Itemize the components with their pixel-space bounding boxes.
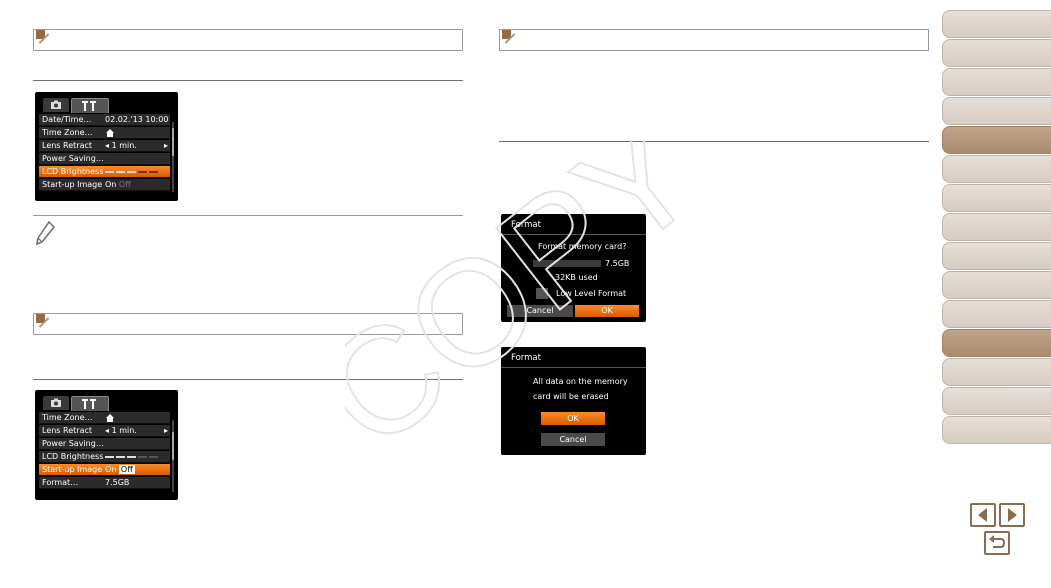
on-option[interactable]: On xyxy=(105,465,116,474)
menu-row-value: 7.5GB xyxy=(105,478,130,487)
arrow-left-icon xyxy=(978,508,987,522)
tools-icon xyxy=(82,101,96,111)
scrollbar[interactable] xyxy=(172,122,174,192)
submenu-dots: … xyxy=(95,439,104,448)
submenu-dots: … xyxy=(84,413,93,422)
copy-watermark: COPY xyxy=(345,140,705,470)
menu-row-label: Time Zone xyxy=(42,128,85,137)
off-option[interactable]: Off xyxy=(119,180,131,189)
menu-row-label: Time Zone xyxy=(42,413,85,422)
brightness-slider[interactable] xyxy=(105,166,160,178)
menu-row-power-saving[interactable]: Power Saving… xyxy=(39,438,170,450)
chapter-tab-2[interactable] xyxy=(942,39,1051,67)
arrow-left-small-icon: ◂ xyxy=(105,141,110,150)
chapter-tab-15[interactable] xyxy=(942,416,1051,444)
menu-row-power-saving[interactable]: Power Saving… xyxy=(39,153,170,165)
submenu-dots: … xyxy=(70,478,79,487)
menu-row-label: LCD Brightness xyxy=(42,167,104,176)
chapter-tab-13[interactable] xyxy=(942,358,1051,386)
menu-row-date-time[interactable]: Date/Time… 02.02.'13 10:00 xyxy=(39,114,170,126)
arrow-left-small-icon: ◂ xyxy=(105,426,110,435)
chapter-tab-6[interactable] xyxy=(942,155,1051,183)
chapter-tab-7[interactable] xyxy=(942,184,1051,212)
return-button[interactable] xyxy=(984,531,1010,555)
menu-row-label: Lens Retract xyxy=(42,141,93,150)
menu-row-lcd-brightness[interactable]: LCD Brightness xyxy=(39,166,170,178)
on-option[interactable]: On xyxy=(105,180,116,189)
divider xyxy=(33,80,463,81)
menu-row-time-zone[interactable]: Time Zone… xyxy=(39,412,170,424)
chapter-tab-5[interactable] xyxy=(942,126,1051,154)
menu-row-lens-retract[interactable]: Lens Retract ◂ 1 min. ▸ xyxy=(39,140,170,152)
menu-row-label: Power Saving xyxy=(42,439,96,448)
scrollbar[interactable] xyxy=(172,420,174,492)
lens-retract-value: 1 min. xyxy=(111,141,137,150)
submenu-dots: … xyxy=(84,128,93,137)
chapter-tab-3[interactable] xyxy=(942,68,1051,96)
section-header-bar-1 xyxy=(33,29,463,51)
chapter-tab-1[interactable] xyxy=(942,10,1051,38)
menu-row-label: Date/Time xyxy=(42,115,84,124)
svg-text:COPY: COPY xyxy=(345,140,705,470)
return-icon xyxy=(989,535,1006,548)
camera-menu-screen-1: Date/Time… 02.02.'13 10:00 Time Zone… Le… xyxy=(35,92,178,201)
home-icon xyxy=(105,412,115,424)
menu-row-lcd-brightness[interactable]: LCD Brightness xyxy=(39,451,170,463)
menu-row-value: ◂ 1 min. xyxy=(105,425,137,437)
menu-row-startup-image[interactable]: Start-up Image On Off xyxy=(39,179,170,191)
next-page-button[interactable] xyxy=(999,503,1025,527)
tools-icon xyxy=(82,399,96,409)
menu-row-label: Power Saving xyxy=(42,154,96,163)
off-option[interactable]: Off xyxy=(118,465,135,474)
arrow-right-small-icon: ▸ xyxy=(163,141,168,150)
menu-row-label: Start-up Image xyxy=(42,465,103,474)
tab-setup[interactable] xyxy=(71,98,109,113)
menu-row-startup-image[interactable]: Start-up Image On Off xyxy=(39,464,170,476)
chapter-tab-10[interactable] xyxy=(942,271,1051,299)
chapter-tab-4[interactable] xyxy=(942,97,1051,125)
menu-row-label: Start-up Image xyxy=(42,180,103,189)
startup-toggle[interactable]: On Off xyxy=(105,179,131,191)
startup-toggle[interactable]: On Off xyxy=(105,464,135,476)
menu-row-time-zone[interactable]: Time Zone… xyxy=(39,127,170,139)
menu-row-label: LCD Brightness xyxy=(42,452,104,461)
menu-row-format[interactable]: Format… 7.5GB xyxy=(39,477,170,489)
chapter-tab-11[interactable] xyxy=(942,300,1051,328)
submenu-dots: … xyxy=(95,154,104,163)
tab-setup[interactable] xyxy=(71,396,109,411)
arrow-right-small-icon: ▸ xyxy=(163,426,168,435)
menu-row-label: Format xyxy=(42,478,71,487)
menu-row-value: ◂ 1 min. xyxy=(105,140,137,152)
camera-menu-screen-2: Time Zone… Lens Retract ◂ 1 min. ▸ Power… xyxy=(35,390,178,500)
arrow-right-icon xyxy=(1008,508,1017,522)
brightness-slider[interactable] xyxy=(105,451,160,463)
scroll-thumb[interactable] xyxy=(172,128,174,156)
menu-row-label: Lens Retract xyxy=(42,426,93,435)
chapter-tab-8[interactable] xyxy=(942,213,1051,241)
pencil-note-icon xyxy=(36,220,56,246)
menu-row-value: 02.02.'13 10:00 xyxy=(105,115,169,124)
scroll-thumb[interactable] xyxy=(172,432,174,460)
lens-retract-value: 1 min. xyxy=(111,426,137,435)
tab-shooting[interactable] xyxy=(43,396,69,410)
chapter-tab-12[interactable] xyxy=(942,329,1051,357)
prev-page-button[interactable] xyxy=(970,503,996,527)
home-icon xyxy=(105,127,115,139)
menu-row-lens-retract[interactable]: Lens Retract ◂ 1 min. ▸ xyxy=(39,425,170,437)
camera-icon xyxy=(51,100,61,109)
chapter-tab-14[interactable] xyxy=(942,387,1051,415)
chapter-tab-9[interactable] xyxy=(942,242,1051,270)
camera-icon xyxy=(51,398,61,407)
tab-shooting[interactable] xyxy=(43,98,69,112)
section-header-bar-3 xyxy=(499,29,929,51)
submenu-dots: … xyxy=(83,115,92,124)
